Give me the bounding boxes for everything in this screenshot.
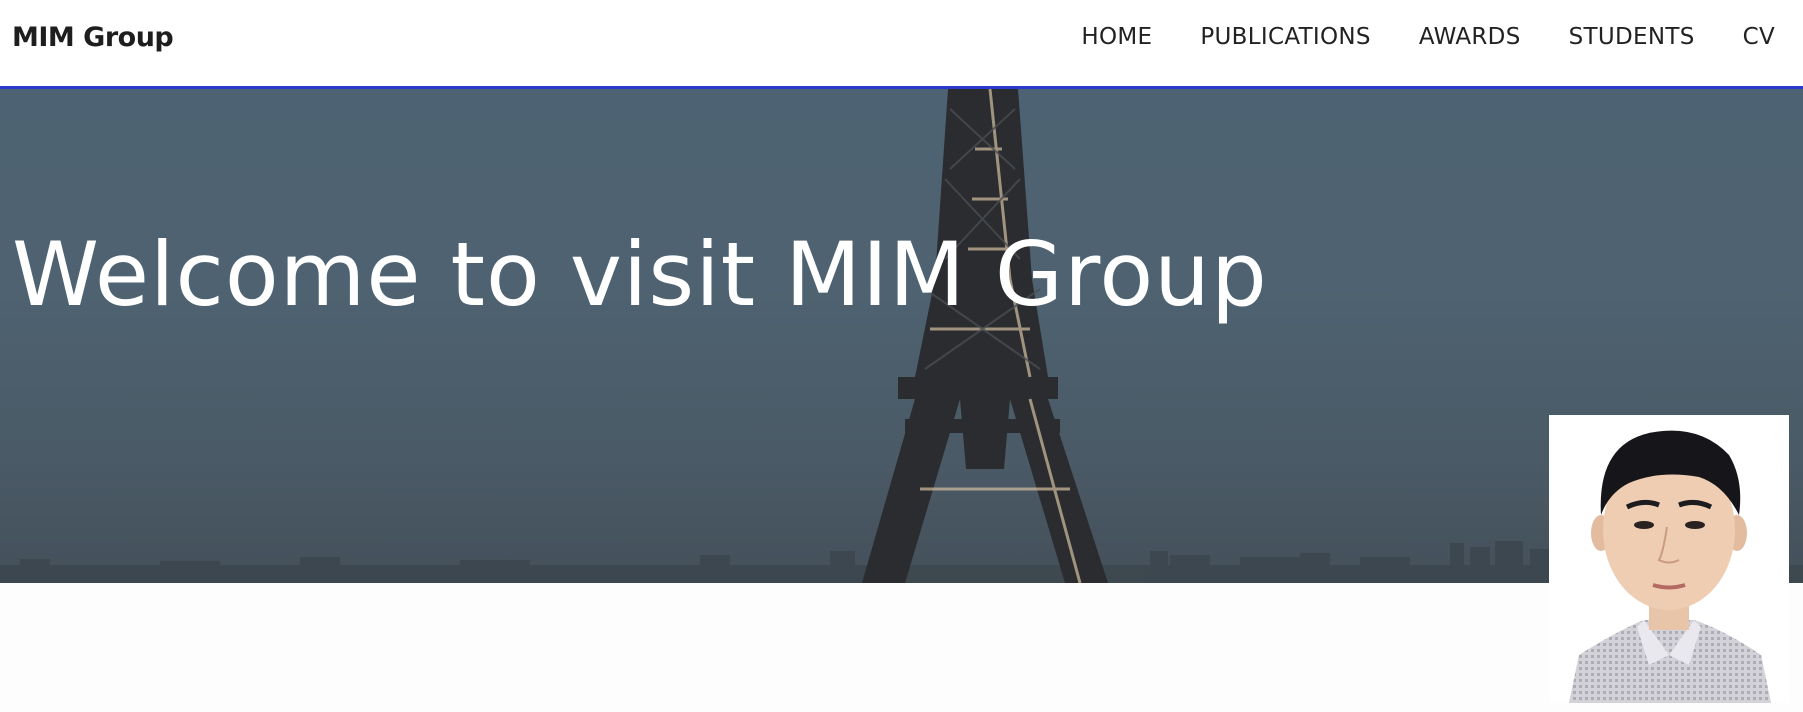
nav-item-home[interactable]: HOME [1081,24,1152,50]
hero-title: Welcome to visit MIM Group [12,223,1268,326]
brand-logo-link[interactable]: MIM Group [12,22,174,53]
main-nav: HOME PUBLICATIONS AWARDS STUDENTS CV [1081,24,1775,50]
nav-item-awards[interactable]: AWARDS [1419,24,1521,50]
eiffel-tower-background-image [0,89,1803,583]
nav-item-publications[interactable]: PUBLICATIONS [1200,24,1370,50]
nav-item-cv[interactable]: CV [1743,24,1775,50]
content-area [0,583,1803,712]
profile-photo-image [1549,415,1789,703]
hero-banner: Welcome to visit MIM Group [0,89,1803,583]
navbar: MIM Group HOME PUBLICATIONS AWARDS STUDE… [0,0,1803,89]
profile-photo [1549,415,1789,703]
nav-item-students[interactable]: STUDENTS [1569,24,1695,50]
